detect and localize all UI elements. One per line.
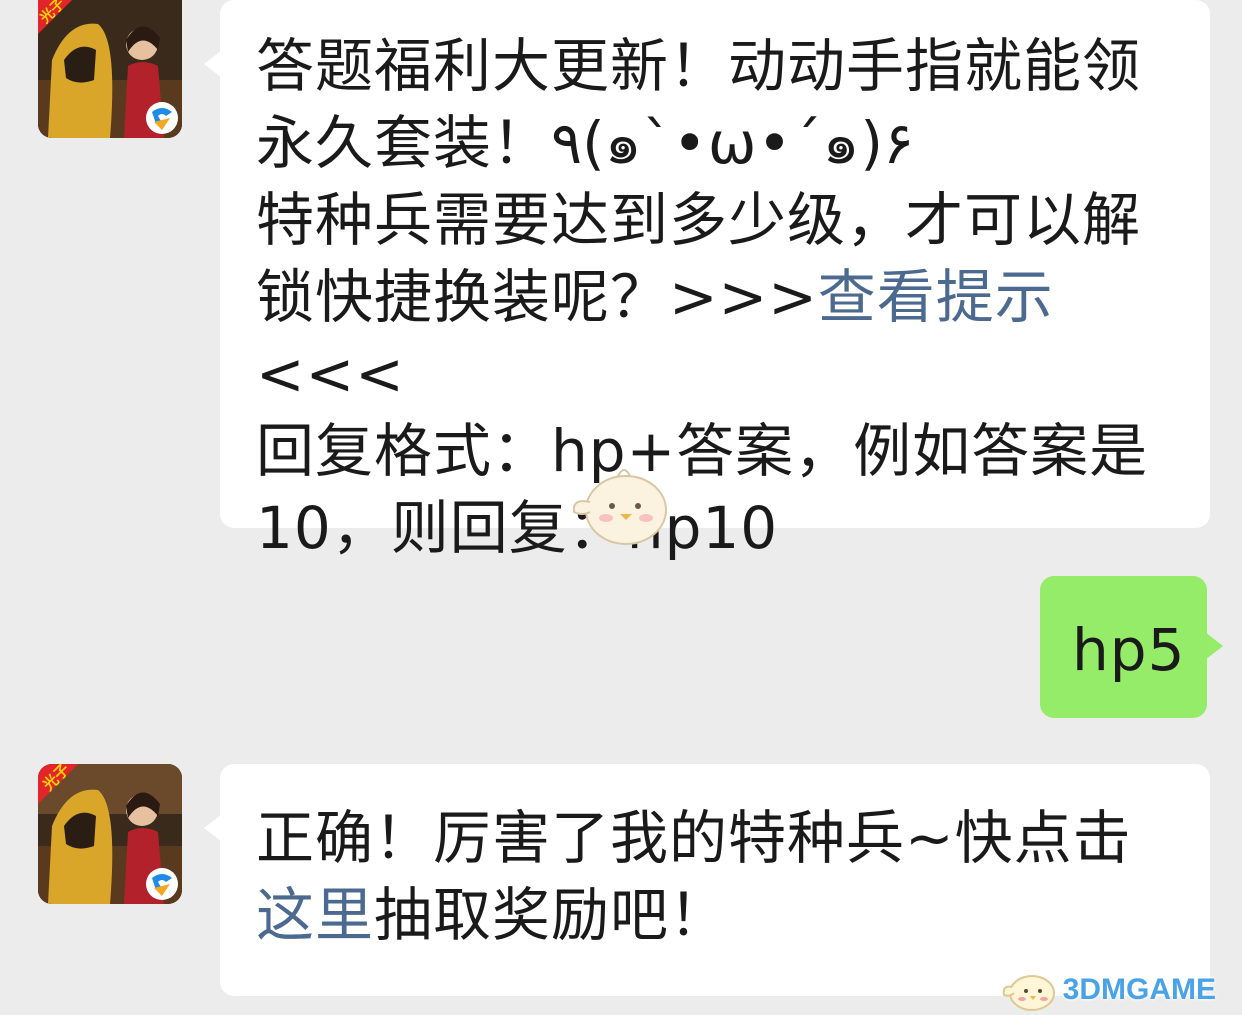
message-line: 特种兵需要达到多少级，才可以解 bbox=[256, 186, 1142, 254]
game-avatar-image: 光子 bbox=[38, 764, 182, 904]
bot-avatar[interactable]: 光子 bbox=[38, 764, 182, 904]
message-line: 回复格式：hp+答案，例如答案是 bbox=[256, 417, 1149, 485]
reward-link[interactable]: 这里 bbox=[256, 881, 374, 949]
message-line: 答题福利大更新！动动手指就能领 bbox=[256, 32, 1142, 100]
message-line: 锁快捷换装呢？>>> bbox=[256, 263, 818, 331]
bot-message-bubble[interactable]: 正确！厉害了我的特种兵~快点击 这里抽取奖励吧！ bbox=[204, 764, 1210, 996]
site-watermark: 3DMGAME bbox=[990, 969, 1230, 1013]
message-line: 永久套装！٩(๑`•ω•´๑)۶ bbox=[256, 109, 915, 177]
user-message-bubble[interactable]: hp5 bbox=[1040, 576, 1223, 718]
chick-watermark-icon bbox=[572, 469, 667, 545]
watermark-text: 3DMGAME bbox=[1062, 973, 1216, 1006]
chick-logo-icon bbox=[1002, 975, 1055, 1011]
bot-message-bubble[interactable]: 答题福利大更新！动动手指就能领 永久套装！٩(๑`•ω•´๑)۶ 特种兵需要达到… bbox=[204, 0, 1210, 562]
message-line: <<< bbox=[256, 340, 405, 408]
message-text: 答题福利大更新！动动手指就能领 永久套装！٩(๑`•ω•´๑)۶ 特种兵需要达到… bbox=[256, 28, 1186, 567]
message-text: hp5 bbox=[1072, 616, 1186, 684]
message-line: 10，则回复：hp10 bbox=[256, 494, 779, 562]
bot-avatar[interactable]: 光子 bbox=[38, 0, 182, 138]
message-text: 正确！厉害了我的特种兵~快点击 这里抽取奖励吧！ bbox=[256, 800, 1186, 954]
message-line: 抽取奖励吧！ bbox=[374, 881, 729, 949]
hint-link[interactable]: 查看提示 bbox=[818, 263, 1054, 331]
game-avatar-image: 光子 bbox=[38, 0, 182, 138]
message-line: 正确！厉害了我的特种兵~快点击 bbox=[256, 804, 1132, 872]
